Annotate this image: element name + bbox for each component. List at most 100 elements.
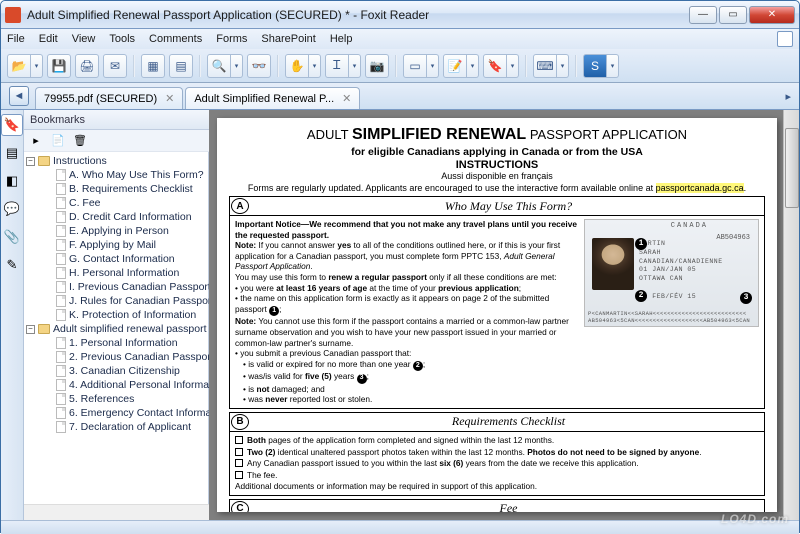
stamp-button[interactable]: 🔖	[483, 54, 507, 78]
bookmarks-toolbar: ▸ 📄 🗑	[24, 130, 230, 152]
tree-item[interactable]: A. Who May Use This Form?	[42, 168, 230, 182]
menu-right-button[interactable]	[777, 31, 793, 47]
layers-tab-icon[interactable]: ◧	[1, 170, 23, 192]
tab-nav-back[interactable]: ◄	[9, 86, 29, 106]
highlight-button[interactable]: ▭	[403, 54, 427, 78]
comments-tab-icon[interactable]: 💬	[1, 198, 23, 220]
note-button[interactable]: 📝	[443, 54, 467, 78]
bm-expand-icon[interactable]: ▸	[28, 133, 44, 149]
menu-sharepoint[interactable]: SharePoint	[261, 33, 315, 45]
document-viewport[interactable]: ADULT SIMPLIFIED RENEWAL PASSPORT APPLIC…	[209, 110, 799, 520]
tree-item[interactable]: 4. Additional Personal Information	[42, 378, 230, 392]
open-dropdown[interactable]: ▾	[31, 54, 43, 78]
bookmark-tree[interactable]: −Instructions A. Who May Use This Form?B…	[24, 152, 230, 504]
doc-subtitle: for eligible Canadians applying in Canad…	[229, 146, 765, 158]
signatures-tab-icon[interactable]: ✎	[1, 254, 23, 276]
tree-root-2[interactable]: −Adult simplified renewal passport	[24, 322, 230, 336]
doc-update-note: Forms are regularly updated. Applicants …	[229, 183, 765, 193]
tab-2-label: Adult Simplified Renewal P...	[194, 93, 334, 105]
side-panel: 🔖 ▤ ◧ 💬 📎 ✎ Bookmarks ▸ 📄 🗑 −Instruction…	[1, 110, 209, 520]
hand-tool-button[interactable]: ✋	[285, 54, 309, 78]
section-a: AWho May Use This Form? Important Notice…	[229, 196, 765, 409]
share-dropdown[interactable]: ▾	[607, 54, 619, 78]
section-b-title: Requirements Checklist	[253, 414, 764, 429]
tab-nav-forward[interactable]: ▸	[785, 90, 791, 103]
tree-item[interactable]: 6. Emergency Contact Information	[42, 406, 230, 420]
maximize-button[interactable]: ▭	[719, 6, 747, 24]
tab-1-close[interactable]: ✕	[165, 92, 174, 105]
attachments-tab-icon[interactable]: 📎	[1, 226, 23, 248]
tree-root-1[interactable]: −Instructions	[24, 154, 230, 168]
section-b-body: Both pages of the application form compl…	[230, 432, 764, 495]
scrollbar-thumb[interactable]	[785, 128, 799, 208]
tree-item[interactable]: 1. Personal Information	[42, 336, 230, 350]
email-button[interactable]: ✉	[103, 54, 127, 78]
window-titlebar: Adult Simplified Renewal Passport Applic…	[1, 1, 799, 29]
toolbar-btn-5[interactable]: ▦	[141, 54, 165, 78]
menu-comments[interactable]: Comments	[149, 33, 202, 45]
tree-item[interactable]: 5. References	[42, 392, 230, 406]
find-button[interactable]: 🔍	[207, 54, 231, 78]
bookmarks-hscroll[interactable]	[24, 504, 230, 520]
section-b: BRequirements Checklist Both pages of th…	[229, 412, 765, 496]
highlighted-url: passportcanada.gc.ca	[656, 183, 744, 193]
pages-tab-icon[interactable]: ▤	[1, 142, 23, 164]
vertical-scrollbar[interactable]	[783, 110, 799, 520]
tree-item[interactable]: 3. Canadian Citizenship	[42, 364, 230, 378]
tree-item[interactable]: H. Personal Information	[42, 266, 230, 280]
tree-item[interactable]: J. Rules for Canadian Passport	[42, 294, 230, 308]
status-bar	[1, 520, 799, 534]
typewriter-dropdown[interactable]: ▾	[557, 54, 569, 78]
pdf-page: ADULT SIMPLIFIED RENEWAL PASSPORT APPLIC…	[217, 118, 777, 512]
menu-help[interactable]: Help	[330, 33, 353, 45]
doc-title: ADULT SIMPLIFIED RENEWAL PASSPORT APPLIC…	[229, 126, 765, 144]
note-dropdown[interactable]: ▾	[467, 54, 479, 78]
tree-item[interactable]: 7. Declaration of Applicant	[42, 420, 230, 434]
section-c: CFee Note: Passport Canada does not acce…	[229, 499, 765, 512]
share-button[interactable]: S	[583, 54, 607, 78]
tree-item[interactable]: F. Applying by Mail	[42, 238, 230, 252]
select-dropdown[interactable]: ▾	[349, 54, 361, 78]
section-c-title: Fee	[253, 501, 764, 512]
minimize-button[interactable]: —	[689, 6, 717, 24]
document-tabs: ◄ 79955.pdf (SECURED)✕ Adult Simplified …	[1, 83, 799, 110]
side-tab-strip: 🔖 ▤ ◧ 💬 📎 ✎	[1, 110, 24, 520]
save-button[interactable]: 💾	[47, 54, 71, 78]
tree-item[interactable]: D. Credit Card Information	[42, 210, 230, 224]
bm-new-icon[interactable]: 📄	[50, 133, 66, 149]
menu-file[interactable]: File	[7, 33, 25, 45]
menu-view[interactable]: View	[72, 33, 96, 45]
tab-1[interactable]: 79955.pdf (SECURED)✕	[35, 87, 183, 109]
typewriter-button[interactable]: ⌨	[533, 54, 557, 78]
open-button[interactable]: 📂	[7, 54, 31, 78]
menu-tools[interactable]: Tools	[109, 33, 135, 45]
tab-2-close[interactable]: ✕	[342, 92, 351, 105]
menu-forms[interactable]: Forms	[216, 33, 247, 45]
section-a-title: Who May Use This Form?	[253, 199, 764, 214]
find-dropdown[interactable]: ▾	[231, 54, 243, 78]
close-button[interactable]: ✕	[749, 6, 795, 24]
toolbar-btn-6[interactable]: ▤	[169, 54, 193, 78]
tab-2[interactable]: Adult Simplified Renewal P... ✕	[185, 87, 360, 109]
tree-item[interactable]: K. Protection of Information	[42, 308, 230, 322]
bm-delete-icon[interactable]: 🗑	[72, 133, 88, 149]
snapshot-button[interactable]: 📷	[365, 54, 389, 78]
tree-item[interactable]: E. Applying in Person	[42, 224, 230, 238]
print-button[interactable]: 🖨	[75, 54, 99, 78]
hand-dropdown[interactable]: ▾	[309, 54, 321, 78]
doc-instructions-label: INSTRUCTIONS	[229, 159, 765, 171]
tree-item[interactable]: 2. Previous Canadian Passport	[42, 350, 230, 364]
stamp-dropdown[interactable]: ▾	[507, 54, 519, 78]
menu-edit[interactable]: Edit	[39, 33, 58, 45]
tree-item[interactable]: C. Fee	[42, 196, 230, 210]
binoculars-button[interactable]: 👓	[247, 54, 271, 78]
tree-item[interactable]: I. Previous Canadian Passport	[42, 280, 230, 294]
bookmarks-tab-icon[interactable]: 🔖	[1, 114, 23, 136]
tree-item[interactable]: B. Requirements Checklist	[42, 182, 230, 196]
bookmarks-header: Bookmarks	[24, 110, 230, 130]
highlight-dropdown[interactable]: ▾	[427, 54, 439, 78]
select-tool-button[interactable]: Ꮖ	[325, 54, 349, 78]
tree-item[interactable]: G. Contact Information	[42, 252, 230, 266]
app-icon	[5, 7, 21, 23]
window-controls: — ▭ ✕	[689, 6, 795, 24]
